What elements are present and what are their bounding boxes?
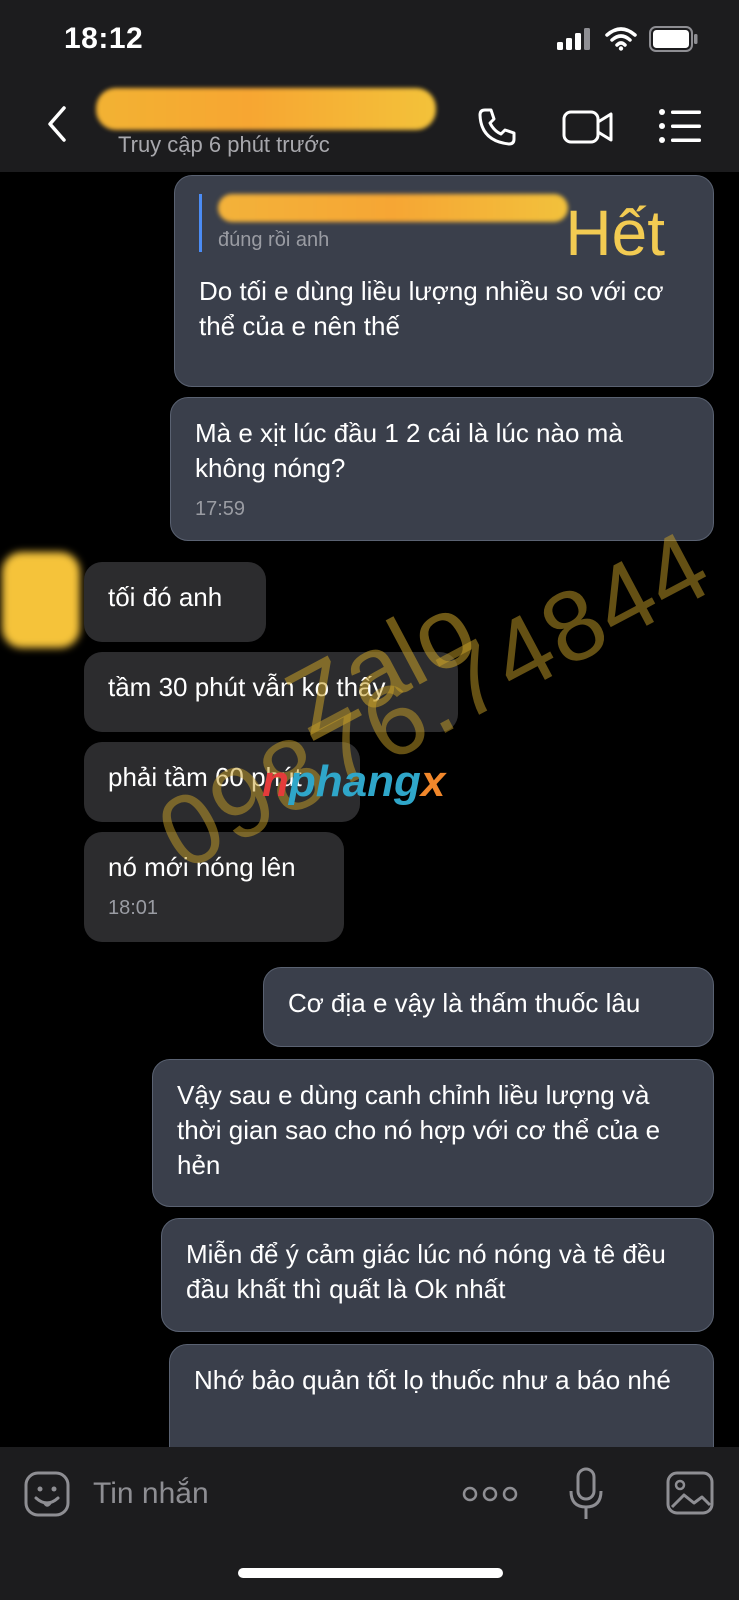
- watermark-logo: nphangx: [262, 757, 445, 807]
- microphone-icon[interactable]: [568, 1467, 604, 1523]
- message-bubble-outgoing[interactable]: Nhớ bảo quản tốt lọ thuốc như a báo nhé: [169, 1344, 714, 1447]
- menu-list-icon[interactable]: [658, 106, 702, 146]
- back-arrow-icon[interactable]: [38, 104, 78, 144]
- sticker-text: Hết: [565, 197, 665, 269]
- message-bubble-incoming[interactable]: tối đó anh: [84, 562, 266, 642]
- message-bubble-outgoing[interactable]: Cơ địa e vậy là thấm thuốc lâu: [263, 967, 714, 1047]
- message-time: 18:01: [108, 897, 159, 919]
- sender-avatar[interactable]: [2, 552, 80, 648]
- watermark-logo-part1: n: [262, 757, 289, 806]
- more-options-icon[interactable]: [462, 1483, 518, 1505]
- contact-status: Truy cập 6 phút trước: [118, 132, 330, 157]
- status-bar: 18:12: [0, 0, 739, 80]
- home-indicator[interactable]: [238, 1568, 503, 1578]
- message-bubble-outgoing[interactable]: Vậy sau e dùng canh chỉnh liều lượng và …: [152, 1059, 714, 1207]
- battery-icon: [649, 26, 698, 52]
- status-icons: [557, 26, 699, 52]
- contact-name-redacted[interactable]: [96, 88, 436, 130]
- message-input[interactable]: Tin nhắn: [93, 1477, 209, 1511]
- image-gallery-icon[interactable]: [666, 1471, 714, 1515]
- quoted-sender-redacted: [218, 194, 568, 222]
- phone-call-icon[interactable]: [476, 106, 518, 148]
- message-text: Do tối e dùng liều lượng nhiều so với cơ…: [199, 276, 664, 341]
- message-bubble-outgoing[interactable]: đúng rồi anh Hết Do tối e dùng liều lượn…: [174, 175, 714, 387]
- message-text: Nhớ bảo quản tốt lọ thuốc như a báo nhé: [194, 1365, 671, 1395]
- message-bubble-outgoing[interactable]: Mà e xịt lúc đầu 1 2 cái là lúc nào mà k…: [170, 397, 714, 541]
- message-text: Cơ địa e vậy là thấm thuốc lâu: [288, 988, 641, 1018]
- chat-header: Truy cập 6 phút trước: [0, 80, 739, 172]
- message-text: Vậy sau e dùng canh chỉnh liều lượng và …: [177, 1080, 661, 1180]
- watermark-logo-part3: x: [420, 757, 446, 806]
- video-call-icon[interactable]: [562, 106, 614, 148]
- message-text: Mà e xịt lúc đầu 1 2 cái là lúc nào mà k…: [195, 418, 623, 483]
- status-time: 18:12: [64, 22, 144, 55]
- message-list[interactable]: đúng rồi anh Hết Do tối e dùng liều lượn…: [0, 172, 739, 1447]
- message-bubble-outgoing[interactable]: Miễn để ý cảm giác lúc nó nóng và tê đều…: [161, 1218, 714, 1332]
- message-text: Miễn để ý cảm giác lúc nó nóng và tê đều…: [186, 1239, 666, 1304]
- signal-icon: [557, 28, 590, 50]
- watermark-logo-part2: phang: [288, 757, 421, 806]
- wifi-icon: [605, 27, 637, 51]
- message-text: tối đó anh: [108, 582, 223, 612]
- emoji-sticker-icon[interactable]: [24, 1471, 70, 1517]
- message-time: 17:59: [195, 498, 246, 520]
